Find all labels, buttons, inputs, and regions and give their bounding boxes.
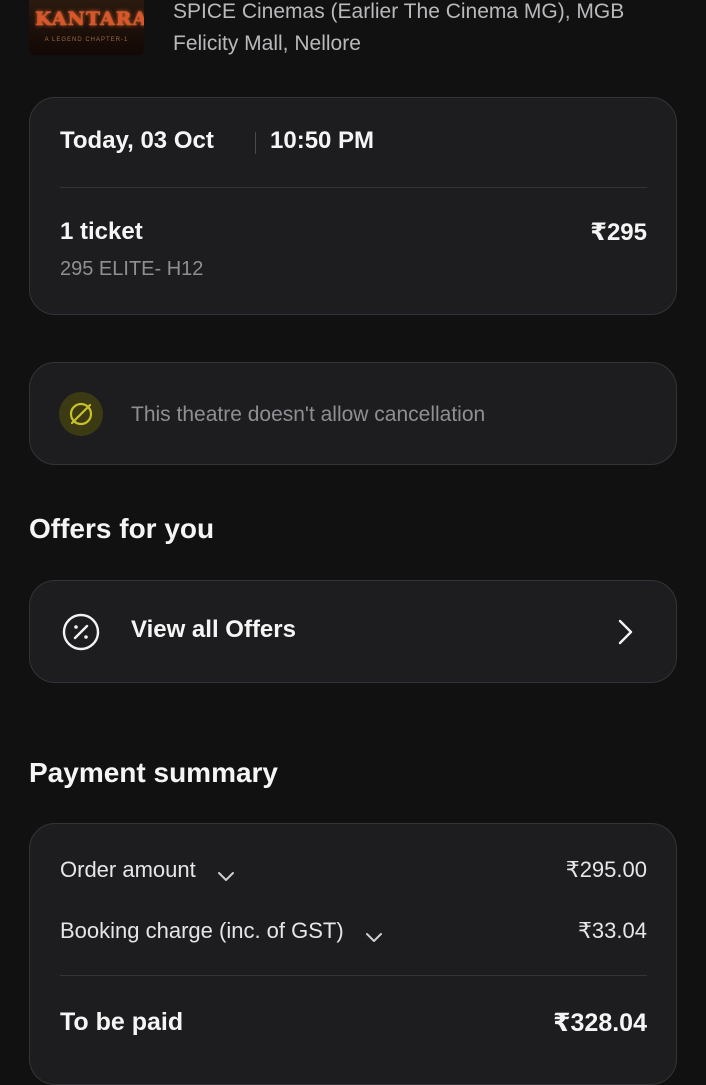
cancellation-text: This theatre doesn't allow cancellation [131, 403, 486, 426]
payment-summary-card: Order amount ₹295.00 Booking charge (inc… [29, 823, 677, 1085]
movie-poster-thumbnail: KANTARA A LEGEND CHAPTER-1 [29, 0, 144, 55]
booking-charge-label: Booking charge (inc. of GST) [60, 918, 344, 943]
show-date: Today, 03 Oct [60, 127, 214, 154]
no-cancel-icon [59, 392, 103, 436]
chevron-down-icon [364, 925, 384, 943]
seat-info: 295 ELITE- H12 [60, 258, 204, 280]
view-all-offers-label: View all Offers [131, 616, 296, 643]
chevron-down-icon [216, 864, 236, 882]
card-divider [60, 975, 647, 976]
order-amount-value: ₹295.00 [565, 857, 647, 882]
show-time: 10:50 PM [270, 127, 375, 154]
total-label: To be paid [60, 1008, 184, 1036]
booking-charge-toggle[interactable]: Booking charge (inc. of GST) [60, 918, 384, 944]
ticket-price: ₹295 [590, 219, 647, 246]
theatre-name: SPICE Cinemas (Earlier The Cinema MG), M… [173, 0, 625, 55]
order-amount-label: Order amount [60, 857, 196, 882]
date-time-divider [255, 132, 256, 154]
cancellation-policy-card: This theatre doesn't allow cancellation [29, 362, 677, 465]
show-details-card: Today, 03 Oct 10:50 PM 1 ticket ₹295 295… [29, 97, 677, 315]
view-all-offers-button[interactable]: View all Offers [29, 580, 677, 683]
booking-charge-value: ₹33.04 [577, 918, 647, 943]
total-value: ₹328.04 [553, 1009, 647, 1037]
ticket-count: 1 ticket [60, 218, 143, 245]
chevron-right-icon [613, 617, 637, 647]
card-divider [60, 187, 647, 188]
poster-title: KANTARA [35, 8, 144, 30]
poster-subtitle: A LEGEND CHAPTER-1 [44, 37, 129, 43]
payment-summary-heading: Payment summary [29, 757, 279, 788]
discount-icon [61, 612, 101, 652]
offers-heading: Offers for you [29, 513, 215, 544]
order-amount-toggle[interactable]: Order amount [60, 857, 236, 883]
